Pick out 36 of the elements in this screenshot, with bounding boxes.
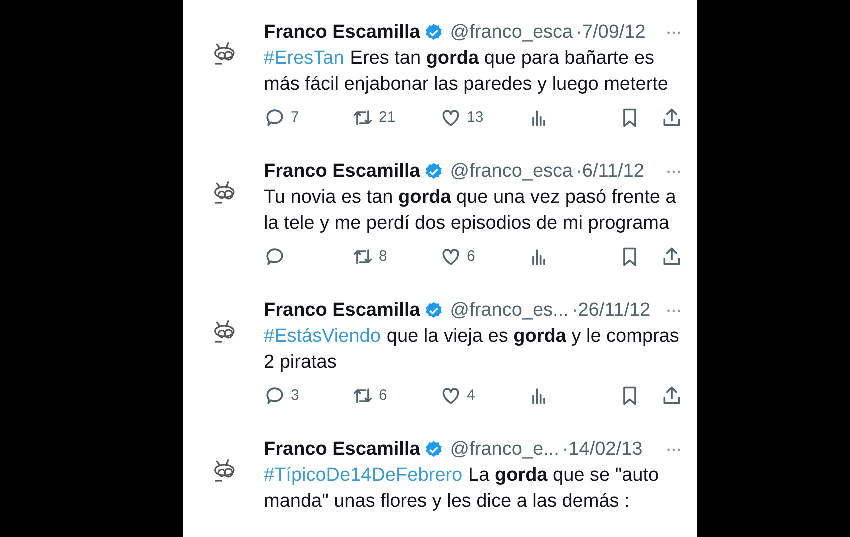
action-count: 8 <box>379 246 388 267</box>
heart-icon[interactable] <box>440 385 462 407</box>
action-count: 3 <box>291 386 300 406</box>
action-count: 7 <box>291 108 300 128</box>
share-icon[interactable] <box>661 385 683 407</box>
hashtag-link[interactable]: #EstásViendo <box>264 326 381 347</box>
author-handle[interactable]: @franco_e... <box>450 436 560 464</box>
tweet-text: #EstásViendo que la vieja es gorda y le compras 2 piratas <box>264 325 680 375</box>
reply-icon[interactable] <box>264 385 286 407</box>
tweet-date[interactable]: ·6/11/12 <box>576 158 644 186</box>
action-count: 4 <box>467 386 476 406</box>
share-icon[interactable] <box>661 107 683 129</box>
heart-icon[interactable] <box>440 246 462 268</box>
hashtag-link[interactable]: #TípicoDe14DeFebrero <box>264 465 463 486</box>
heart-icon[interactable] <box>440 107 462 129</box>
reply-icon[interactable] <box>264 246 286 268</box>
action-count: 6 <box>379 386 388 406</box>
action-count: 13 <box>467 108 484 128</box>
action-count: 6 <box>467 246 476 267</box>
author-handle[interactable]: @franco_esca <box>450 18 574 48</box>
action-count: 21 <box>379 108 396 128</box>
tweet-text: #TípicoDe14DeFebrero La gorda que se "auto manda" unas flores y les dice a las demás : <box>264 464 660 514</box>
tweet-text: Tu novia es tan gorda que una vez pasó frente a la tele y me perdí dos episodios de mi programa <box>264 186 678 236</box>
tweet-date[interactable]: ·14/02/13 <box>562 436 643 464</box>
author-name[interactable]: Franco Escamilla <box>264 158 420 186</box>
author-name[interactable]: Franco Escamilla <box>264 436 420 464</box>
author-handle[interactable]: @franco_es... <box>450 296 569 326</box>
share-icon[interactable] <box>661 246 683 268</box>
hashtag-link[interactable]: #EresTan <box>264 48 344 69</box>
tweet-text: #EresTan Eres tan gorda que para bañarte es más fácil enjabonar las paredes y luego meterte <box>264 47 670 97</box>
author-handle[interactable]: @franco_esca <box>450 158 574 186</box>
reply-icon[interactable] <box>264 107 286 129</box>
author-name[interactable]: Franco Escamilla <box>264 18 420 48</box>
tweet-date[interactable]: ·7/09/12 <box>576 18 646 48</box>
tweet-date[interactable]: ·26/11/12 <box>572 296 651 326</box>
author-name[interactable]: Franco Escamilla <box>264 296 420 326</box>
